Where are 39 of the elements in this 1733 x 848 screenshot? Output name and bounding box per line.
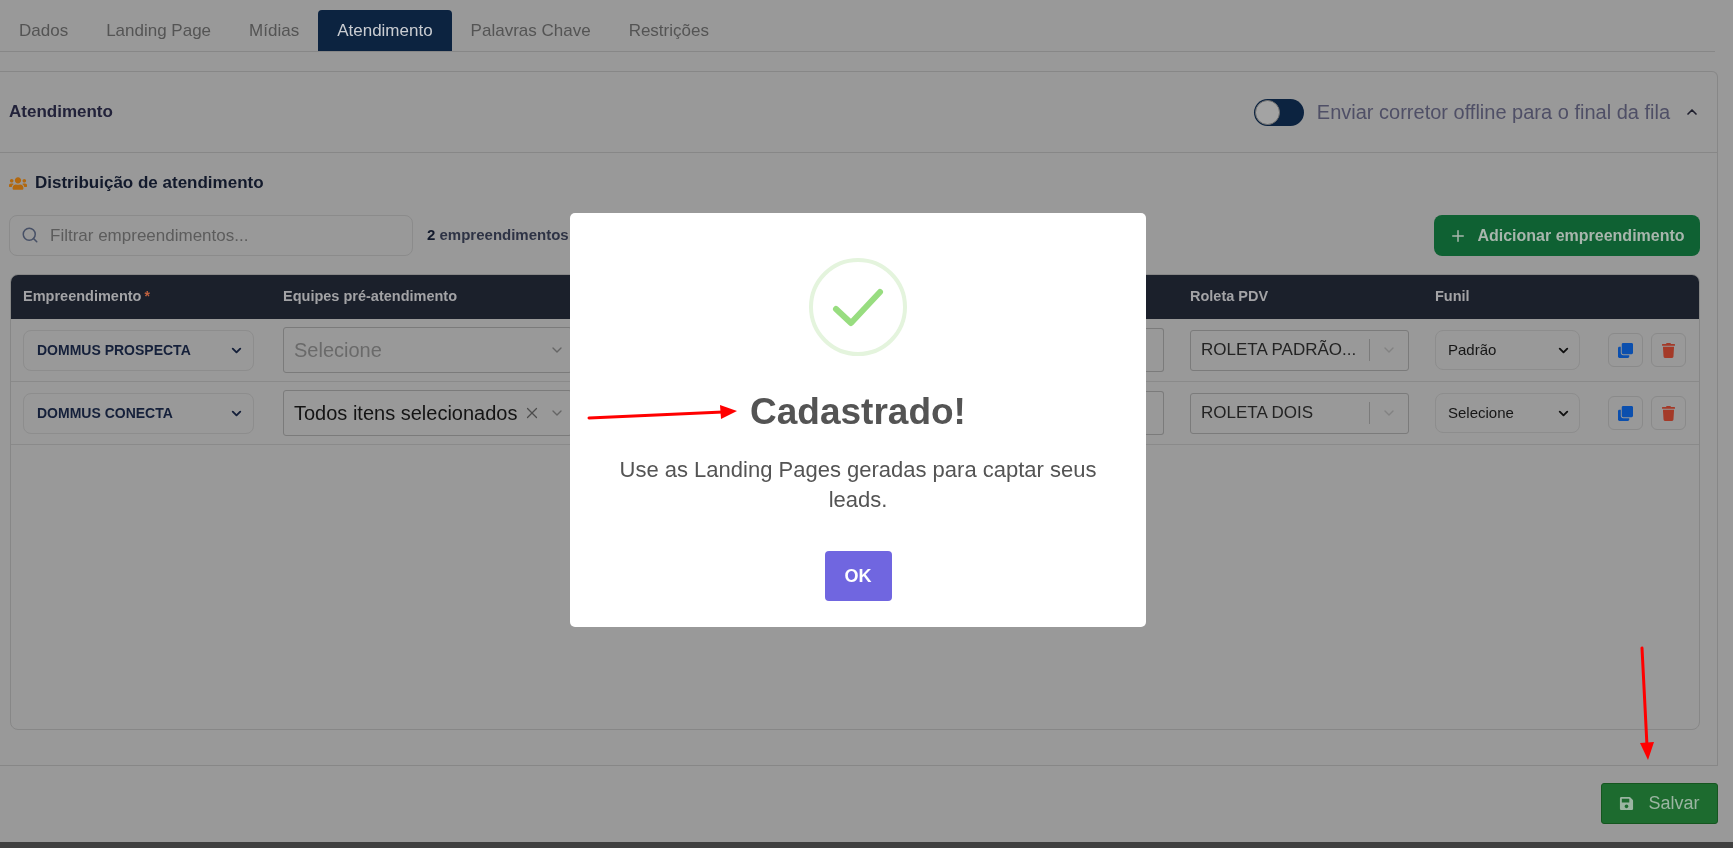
panel-title: Atendimento bbox=[9, 101, 113, 124]
save-button[interactable]: Salvar bbox=[1601, 783, 1718, 824]
tab[interactable]: Landing Page bbox=[87, 10, 231, 51]
search-field[interactable]: Filtrar empreendimentos... bbox=[9, 215, 413, 256]
select-field[interactable]: ROLETA DOIS bbox=[1190, 392, 1409, 434]
dialog-message: Use as Landing Pages geradas para captar seus leads. bbox=[618, 456, 1098, 514]
column-header: Funil bbox=[1435, 287, 1470, 307]
toggle-switch[interactable] bbox=[1253, 98, 1304, 126]
copy-button[interactable] bbox=[1608, 396, 1643, 430]
section-title: Distribuição de atendimento bbox=[35, 172, 264, 195]
select-field[interactable]: DOMMUS PROSPECTA bbox=[23, 329, 254, 371]
select-field[interactable]: Selecione bbox=[1435, 393, 1580, 433]
check-circle-icon bbox=[809, 258, 907, 356]
toggle-label: Enviar corretor offline para o final da fila bbox=[1316, 100, 1670, 125]
copy-button[interactable] bbox=[1608, 333, 1643, 367]
column-header: Equipes pré-atendimento bbox=[283, 287, 458, 307]
select-field[interactable]: DOMMUS CONECTA bbox=[23, 392, 254, 434]
ok-button[interactable]: OK bbox=[824, 551, 892, 601]
trash-icon bbox=[1662, 405, 1675, 421]
tab[interactable]: Restrições bbox=[609, 10, 728, 51]
column-header: Roleta PDV bbox=[1190, 287, 1269, 307]
tab[interactable]: Palavras Chave bbox=[451, 10, 610, 51]
add-button[interactable]: Adicionar empreendimento bbox=[1434, 215, 1700, 256]
tab[interactable]: Mídias bbox=[230, 10, 319, 51]
select-field[interactable]: ROLETA PADRÃO... bbox=[1190, 329, 1409, 371]
trash-icon bbox=[1662, 342, 1675, 358]
tab[interactable]: Atendimento bbox=[318, 10, 452, 51]
dialog-title: Cadastrado! bbox=[750, 391, 966, 433]
select-field[interactable]: Padrão bbox=[1435, 330, 1580, 370]
column-header: Empreendimento bbox=[23, 287, 142, 307]
tab[interactable]: Dados bbox=[0, 10, 88, 51]
copy-icon bbox=[1618, 342, 1633, 358]
delete-button[interactable] bbox=[1651, 396, 1686, 430]
required-mark: * bbox=[144, 287, 150, 307]
delete-button[interactable] bbox=[1651, 333, 1686, 367]
item-count: 2 empreendimentos bbox=[427, 225, 569, 246]
copy-icon bbox=[1618, 405, 1633, 421]
users-icon bbox=[9, 175, 27, 191]
search-icon bbox=[21, 226, 39, 244]
